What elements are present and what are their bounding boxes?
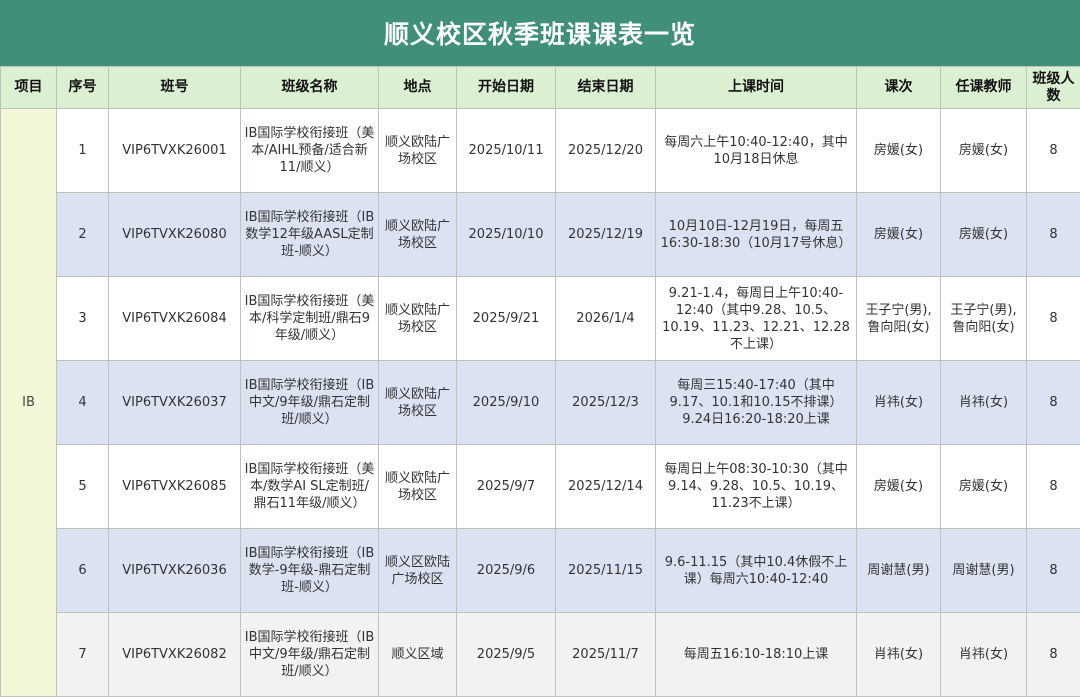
header-start-date: 开始日期 (457, 67, 556, 109)
table-row: 2 VIP6TVXK26080 IB国际学校衔接班（IB数学12年级AASL定制… (1, 193, 1080, 277)
class-name-cell: IB国际学校衔接班（美本/数学AI SL定制班/鼎石11年级/顺义） (241, 445, 379, 529)
end-date-cell: 2026/1/4 (556, 277, 656, 361)
size-cell: 8 (1027, 109, 1080, 193)
class-name-cell: IB国际学校衔接班（美本/科学定制班/鼎石9年级/顺义） (241, 277, 379, 361)
class-id-cell: VIP6TVXK26001 (109, 109, 241, 193)
table-row: IB 1 VIP6TVXK26001 IB国际学校衔接班（美本/AIHL预备/适… (1, 109, 1080, 193)
teacher-cell: 房媛(女) (941, 109, 1027, 193)
schedule-cell: 每周三15:40-17:40（其中9.17、10.1和10.15不排课）9.24… (656, 361, 857, 445)
start-date-cell: 2025/9/6 (457, 529, 556, 613)
class-name-cell: IB国际学校衔接班（IB数学12年级AASL定制班-顺义） (241, 193, 379, 277)
header-location: 地点 (379, 67, 457, 109)
schedule-cell: 9.21-1.4，每周日上午10:40-12:40（其中9.28、10.5、10… (656, 277, 857, 361)
end-date-cell: 2025/11/7 (556, 613, 656, 697)
header-size: 班级人数 (1027, 67, 1080, 109)
table-row: 3 VIP6TVXK26084 IB国际学校衔接班（美本/科学定制班/鼎石9年级… (1, 277, 1080, 361)
end-date-cell: 2025/12/19 (556, 193, 656, 277)
category-cell: IB (1, 109, 57, 697)
class-name-cell: IB国际学校衔接班（IB数学-9年级-鼎石定制班-顺义） (241, 529, 379, 613)
size-cell: 8 (1027, 193, 1080, 277)
table-row: 5 VIP6TVXK26085 IB国际学校衔接班（美本/数学AI SL定制班/… (1, 445, 1080, 529)
table-row: 7 VIP6TVXK26082 IB国际学校衔接班（IB中文/9年级/鼎石定制班… (1, 613, 1080, 697)
location-cell: 顺义欧陆广场校区 (379, 109, 457, 193)
end-date-cell: 2025/12/20 (556, 109, 656, 193)
header-end-date: 结束日期 (556, 67, 656, 109)
schedule-cell: 每周六上午10:40-12:40，其中10月18日休息 (656, 109, 857, 193)
class-id-cell: VIP6TVXK26036 (109, 529, 241, 613)
lesson-cell: 肖祎(女) (857, 613, 941, 697)
seq-cell: 1 (57, 109, 109, 193)
location-cell: 顺义欧陆广场校区 (379, 361, 457, 445)
start-date-cell: 2025/9/7 (457, 445, 556, 529)
seq-cell: 5 (57, 445, 109, 529)
table-row: 6 VIP6TVXK26036 IB国际学校衔接班（IB数学-9年级-鼎石定制班… (1, 529, 1080, 613)
header-lesson: 课次 (857, 67, 941, 109)
class-name-cell: IB国际学校衔接班（IB中文/9年级/鼎石定制班/顺义） (241, 613, 379, 697)
class-id-cell: VIP6TVXK26082 (109, 613, 241, 697)
schedule-cell: 每周五16:10-18:10上课 (656, 613, 857, 697)
schedule-table: 项目 序号 班号 班级名称 地点 开始日期 结束日期 上课时间 课次 任课教师 … (0, 66, 1080, 697)
class-id-cell: VIP6TVXK26037 (109, 361, 241, 445)
class-name-cell: IB国际学校衔接班（美本/AIHL预备/适合新11/顺义） (241, 109, 379, 193)
size-cell: 8 (1027, 277, 1080, 361)
schedule-cell: 9.6-11.15（其中10.4休假不上课）每周六10:40-12:40 (656, 529, 857, 613)
location-cell: 顺义欧陆广场校区 (379, 445, 457, 529)
header-category: 项目 (1, 67, 57, 109)
location-cell: 顺义区欧陆广场校区 (379, 529, 457, 613)
class-name-cell: IB国际学校衔接班（IB中文/9年级/鼎石定制班/顺义） (241, 361, 379, 445)
start-date-cell: 2025/10/10 (457, 193, 556, 277)
header-class-name: 班级名称 (241, 67, 379, 109)
end-date-cell: 2025/12/14 (556, 445, 656, 529)
header-row: 项目 序号 班号 班级名称 地点 开始日期 结束日期 上课时间 课次 任课教师 … (1, 67, 1080, 109)
end-date-cell: 2025/11/15 (556, 529, 656, 613)
size-cell: 8 (1027, 613, 1080, 697)
lesson-cell: 房媛(女) (857, 445, 941, 529)
header-seq: 序号 (57, 67, 109, 109)
class-id-cell: VIP6TVXK26085 (109, 445, 241, 529)
lesson-cell: 房媛(女) (857, 193, 941, 277)
header-class-id: 班号 (109, 67, 241, 109)
teacher-cell: 肖祎(女) (941, 361, 1027, 445)
size-cell: 8 (1027, 445, 1080, 529)
page-title: 顺义校区秋季班课课表一览 (0, 0, 1080, 66)
lesson-cell: 肖祎(女) (857, 361, 941, 445)
seq-cell: 6 (57, 529, 109, 613)
lesson-cell: 房媛(女) (857, 109, 941, 193)
seq-cell: 7 (57, 613, 109, 697)
start-date-cell: 2025/9/10 (457, 361, 556, 445)
start-date-cell: 2025/10/11 (457, 109, 556, 193)
size-cell: 8 (1027, 529, 1080, 613)
location-cell: 顺义区域 (379, 613, 457, 697)
size-cell: 8 (1027, 361, 1080, 445)
teacher-cell: 周谢慧(男) (941, 529, 1027, 613)
header-schedule: 上课时间 (656, 67, 857, 109)
start-date-cell: 2025/9/21 (457, 277, 556, 361)
class-id-cell: VIP6TVXK26084 (109, 277, 241, 361)
schedule-cell: 10月10日-12月19日，每周五16:30-18:30（10月17号休息） (656, 193, 857, 277)
seq-cell: 2 (57, 193, 109, 277)
location-cell: 顺义欧陆广场校区 (379, 193, 457, 277)
lesson-cell: 周谢慧(男) (857, 529, 941, 613)
teacher-cell: 房媛(女) (941, 445, 1027, 529)
header-teacher: 任课教师 (941, 67, 1027, 109)
lesson-cell: 王子宁(男),鲁向阳(女) (857, 277, 941, 361)
schedule-cell: 每周日上午08:30-10:30（其中9.14、9.28、10.5、10.19、… (656, 445, 857, 529)
seq-cell: 3 (57, 277, 109, 361)
table-row: 4 VIP6TVXK26037 IB国际学校衔接班（IB中文/9年级/鼎石定制班… (1, 361, 1080, 445)
end-date-cell: 2025/12/3 (556, 361, 656, 445)
teacher-cell: 房媛(女) (941, 193, 1027, 277)
class-id-cell: VIP6TVXK26080 (109, 193, 241, 277)
location-cell: 顺义欧陆广场校区 (379, 277, 457, 361)
teacher-cell: 王子宁(男),鲁向阳(女) (941, 277, 1027, 361)
seq-cell: 4 (57, 361, 109, 445)
teacher-cell: 肖祎(女) (941, 613, 1027, 697)
start-date-cell: 2025/9/5 (457, 613, 556, 697)
